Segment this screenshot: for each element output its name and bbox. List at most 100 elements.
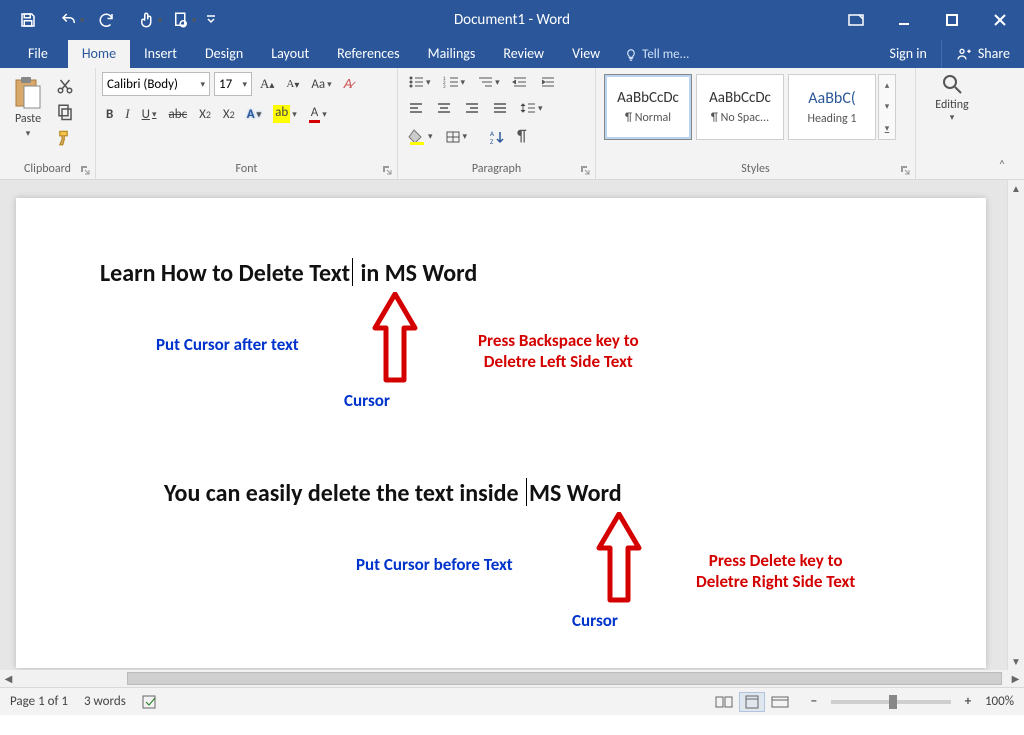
- tab-view[interactable]: View: [558, 40, 614, 68]
- qat-customize-icon[interactable]: [202, 4, 220, 36]
- style-no-spacing[interactable]: AaBbCcDc ¶ No Spac...: [696, 74, 784, 140]
- format-painter-icon[interactable]: [52, 126, 78, 150]
- line-spacing-icon[interactable]: [516, 98, 547, 118]
- clear-format-icon[interactable]: A̷: [340, 73, 357, 95]
- sort-icon[interactable]: AZ: [485, 126, 509, 148]
- scroll-thumb[interactable]: [127, 672, 1002, 685]
- save-icon[interactable]: [12, 4, 44, 36]
- zoom-slider[interactable]: [831, 700, 951, 704]
- align-left-icon[interactable]: [404, 98, 428, 118]
- copy-icon[interactable]: [52, 100, 78, 124]
- justify-icon[interactable]: [488, 98, 512, 118]
- align-right-icon[interactable]: [460, 98, 484, 118]
- menu-tabs: File Home Insert Design Layout Reference…: [0, 40, 1024, 68]
- zoom-in-icon[interactable]: +: [959, 694, 977, 709]
- font-name-combo[interactable]: Calibri (Body)▾: [102, 72, 210, 96]
- scroll-right-icon[interactable]: ▶: [1007, 670, 1024, 687]
- svg-text:Z: Z: [490, 137, 494, 145]
- zoom-level[interactable]: 100%: [985, 694, 1014, 709]
- paste-icon: [12, 76, 44, 110]
- cut-icon[interactable]: [52, 74, 78, 98]
- underline-button[interactable]: U: [138, 104, 161, 125]
- read-mode-icon[interactable]: [711, 692, 737, 712]
- increase-indent-icon[interactable]: [536, 72, 560, 92]
- subscript-button[interactable]: X2: [195, 104, 215, 125]
- zoom-out-icon[interactable]: −: [805, 694, 823, 709]
- tab-layout[interactable]: Layout: [257, 40, 323, 68]
- shrink-font-icon[interactable]: A▾: [282, 75, 303, 94]
- close-icon[interactable]: [976, 0, 1024, 40]
- word-count[interactable]: 3 words: [84, 694, 126, 709]
- numbering-icon[interactable]: 123: [439, 72, 470, 92]
- anno-cursor-2: Cursor: [572, 610, 618, 631]
- text-effects-icon[interactable]: A: [243, 104, 265, 125]
- dialog-launcher-icon[interactable]: [381, 164, 393, 176]
- ribbon: Paste ▾ Clipboard Calibri (Body)▾ 17▾ A▴…: [0, 68, 1024, 180]
- highlight-icon[interactable]: ab: [269, 102, 301, 126]
- tab-home[interactable]: Home: [68, 40, 130, 68]
- quick-access-toolbar: [0, 0, 220, 40]
- scroll-down-icon[interactable]: ▼: [1008, 653, 1024, 670]
- web-layout-icon[interactable]: [767, 692, 793, 712]
- font-size-combo[interactable]: 17▾: [214, 72, 252, 96]
- tab-file[interactable]: File: [8, 40, 68, 68]
- find-icon[interactable]: [940, 72, 964, 96]
- dialog-launcher-icon[interactable]: [79, 164, 91, 176]
- heading-2: You can easily delete the text inside MS…: [164, 478, 946, 508]
- grow-font-icon[interactable]: A▴: [256, 73, 278, 95]
- window-controls: [832, 0, 1024, 40]
- horizontal-scrollbar[interactable]: ◀ ▶: [0, 670, 1024, 687]
- change-case-icon[interactable]: Aa: [307, 74, 335, 95]
- editing-label: Editing: [935, 98, 968, 112]
- tab-references[interactable]: References: [323, 40, 413, 68]
- anno-put-cursor-after: Put Cursor after text: [156, 334, 299, 355]
- font-color-icon[interactable]: A: [305, 102, 331, 126]
- print-layout-icon[interactable]: [739, 692, 765, 712]
- superscript-button[interactable]: X2: [219, 104, 239, 125]
- touch-mode-icon[interactable]: [134, 4, 166, 36]
- dialog-launcher-icon[interactable]: [579, 164, 591, 176]
- decrease-indent-icon[interactable]: [508, 72, 532, 92]
- anno-backspace: Press Backspace key to Deletre Left Side…: [478, 330, 639, 372]
- borders-icon[interactable]: [441, 127, 472, 147]
- italic-button[interactable]: I: [121, 103, 133, 125]
- proofing-icon[interactable]: [142, 694, 160, 710]
- maximize-icon[interactable]: [928, 0, 976, 40]
- paste-button[interactable]: Paste ▾: [6, 72, 50, 159]
- tab-review[interactable]: Review: [489, 40, 558, 68]
- share-button[interactable]: Share: [941, 40, 1024, 68]
- styles-more-icon[interactable]: ▴▾▾̲: [878, 74, 896, 140]
- sign-in[interactable]: Sign in: [876, 40, 941, 68]
- group-label: Styles: [741, 162, 769, 176]
- anno-delete: Press Delete key to Deletre Right Side T…: [696, 550, 855, 592]
- tab-mailings[interactable]: Mailings: [414, 40, 490, 68]
- vertical-scrollbar[interactable]: ▲ ▼: [1007, 180, 1024, 670]
- tab-design[interactable]: Design: [191, 40, 257, 68]
- style-normal[interactable]: AaBbCcDc ¶ Normal: [604, 74, 692, 140]
- scroll-left-icon[interactable]: ◀: [0, 670, 17, 687]
- align-center-icon[interactable]: [432, 98, 456, 118]
- scroll-up-icon[interactable]: ▲: [1008, 180, 1024, 197]
- strike-button[interactable]: abc: [165, 104, 192, 125]
- share-icon: [956, 46, 972, 62]
- ribbon-display-icon[interactable]: [832, 0, 880, 40]
- bold-button[interactable]: B: [102, 104, 117, 125]
- style-heading1[interactable]: AaBbC( Heading 1: [788, 74, 876, 140]
- undo-icon[interactable]: [56, 4, 88, 36]
- tab-insert[interactable]: Insert: [130, 40, 191, 68]
- collapse-ribbon-icon[interactable]: ˄: [988, 68, 1016, 179]
- share-label: Share: [978, 45, 1010, 62]
- dialog-launcher-icon[interactable]: [899, 164, 911, 176]
- show-hide-icon[interactable]: ¶: [513, 124, 530, 149]
- print-preview-icon[interactable]: [168, 4, 200, 36]
- group-font: Calibri (Body)▾ 17▾ A▴ A▾ Aa A̷ B I U ab…: [96, 68, 398, 179]
- bullets-icon[interactable]: [404, 72, 435, 92]
- group-paragraph: 123 AZ ¶ Paragraph: [398, 68, 596, 179]
- minimize-icon[interactable]: [880, 0, 928, 40]
- multilevel-icon[interactable]: [473, 72, 504, 92]
- shading-icon[interactable]: [404, 126, 437, 148]
- page-indicator[interactable]: Page 1 of 1: [10, 694, 68, 709]
- redo-icon[interactable]: [90, 4, 122, 36]
- page[interactable]: Learn How to Delete Text in MS Word Put …: [16, 198, 986, 668]
- tell-me[interactable]: Tell me...: [614, 47, 699, 68]
